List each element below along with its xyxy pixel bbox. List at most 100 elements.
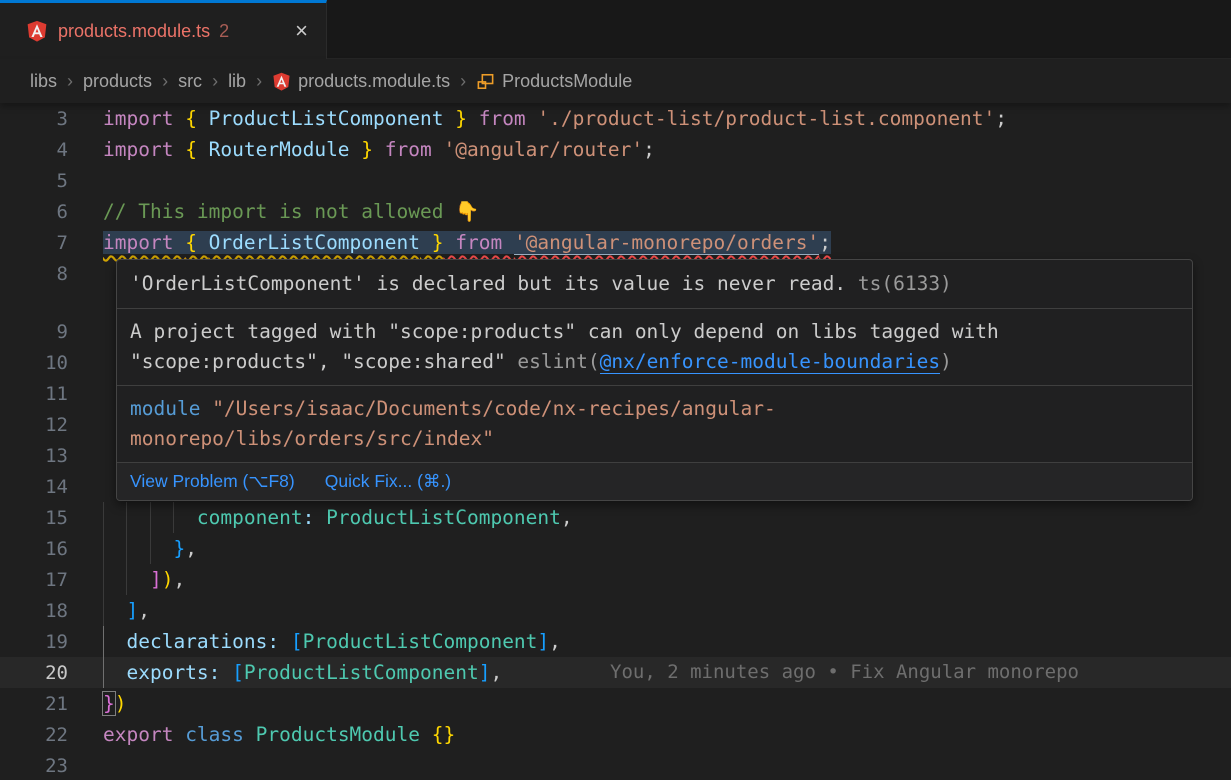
code-line-21[interactable]: 21}) <box>0 688 1231 719</box>
breadcrumb-separator: › <box>67 71 73 92</box>
indent-guide <box>103 533 104 564</box>
breadcrumb-label: src <box>178 71 202 92</box>
line-number[interactable]: 10 <box>0 352 103 374</box>
code-line-20[interactable]: 20You, 2 minutes ago • Fix Angular monor… <box>0 657 1231 688</box>
code-token: ) <box>162 568 174 591</box>
view-problem-action[interactable]: View Problem (⌥F8) <box>130 471 295 492</box>
code-token: , <box>185 537 197 560</box>
code-line-7[interactable]: 7import { OrderListComponent } from '@an… <box>0 227 1231 258</box>
code-token: ] <box>150 568 162 591</box>
line-number[interactable]: 14 <box>0 476 103 498</box>
code-token: from <box>443 231 513 254</box>
code-token: ) <box>115 692 127 715</box>
code-token: : <box>209 661 232 684</box>
hover-text-run: eslint( <box>517 350 599 373</box>
code-line-content <box>103 750 1231 780</box>
hover-text-run: module <box>130 397 212 420</box>
error-squiggle: '@angular-monorepo/orders' <box>514 231 819 255</box>
code-token: import <box>103 107 185 130</box>
breadcrumb-item-products[interactable]: products <box>83 71 152 92</box>
line-number[interactable]: 18 <box>0 600 103 622</box>
breadcrumb-label: products.module.ts <box>298 71 450 92</box>
code-line-23[interactable]: 23 <box>0 750 1231 780</box>
tab-products-module[interactable]: products.module.ts 2 × <box>0 0 327 59</box>
line-number[interactable]: 8 <box>0 263 103 285</box>
line-number[interactable]: 21 <box>0 693 103 715</box>
line-number[interactable]: 3 <box>0 108 103 130</box>
line-number[interactable]: 20 <box>0 662 103 684</box>
eslint-rule-link[interactable]: @nx/enforce-module-boundaries <box>600 350 940 374</box>
line-number[interactable]: 19 <box>0 631 103 653</box>
hover-section-1: 'OrderListComponent' is declared but its… <box>117 260 1192 309</box>
code-token: ProductsModule <box>256 723 420 746</box>
code-line-19[interactable]: 19 declarations: [ProductListComponent], <box>0 626 1231 657</box>
line-number[interactable]: 12 <box>0 414 103 436</box>
code-token: ; <box>643 138 655 161</box>
code-token: ; <box>819 231 831 254</box>
warning-squiggle: import <box>103 231 185 254</box>
code-token: component <box>197 506 303 529</box>
hover-text-run: "/Users/isaac/Documents/code/nx-recipes/… <box>212 397 776 420</box>
tab-bar: products.module.ts 2 × <box>0 0 1231 59</box>
line-number[interactable]: 22 <box>0 724 103 746</box>
code-line-6[interactable]: 6// This import is not allowed 👇 <box>0 196 1231 227</box>
hover-section-2: A project tagged with "scope:products" c… <box>117 309 1192 386</box>
line-number[interactable]: 23 <box>0 755 103 777</box>
breadcrumb-item-lib[interactable]: lib <box>228 71 246 92</box>
code-line-content: component: ProductListComponent, <box>103 502 1231 533</box>
line-number[interactable]: 13 <box>0 445 103 467</box>
code-token: ProductListComponent <box>326 506 561 529</box>
code-token: ProductListComponent <box>244 661 479 684</box>
code-token: 👇 <box>455 200 479 223</box>
code-token: } <box>173 537 185 560</box>
line-number[interactable]: 6 <box>0 201 103 223</box>
code-token: '@angular/router' <box>444 138 644 161</box>
code-line-5[interactable]: 5 <box>0 165 1231 196</box>
code-line-3[interactable]: 3import { ProductListComponent } from '.… <box>0 103 1231 134</box>
angular-file-icon <box>26 20 48 42</box>
line-number[interactable]: 7 <box>0 232 103 254</box>
code-line-content: exports: [ProductListComponent], <box>103 657 1231 688</box>
hover-highlight-range: import { OrderListComponent } from '@ang… <box>103 231 831 254</box>
line-number[interactable]: 16 <box>0 538 103 560</box>
code-token: ; <box>995 107 1007 130</box>
line-number[interactable]: 11 <box>0 383 103 405</box>
line-number[interactable]: 4 <box>0 139 103 161</box>
hover-text-run: monorepo/libs/orders/src/index" <box>130 427 494 450</box>
indent-guide <box>126 564 127 595</box>
breadcrumb-item-src[interactable]: src <box>178 71 202 92</box>
code-token: [ <box>291 630 303 653</box>
code-token: { <box>185 231 208 254</box>
close-icon[interactable]: × <box>291 18 312 44</box>
code-line-content: }) <box>103 688 1231 719</box>
code-line-18[interactable]: 18 ], <box>0 595 1231 626</box>
code-line-content: }, <box>103 533 1231 564</box>
indent-guide <box>103 626 104 657</box>
code-token: import <box>103 138 185 161</box>
code-token: from <box>467 107 537 130</box>
code-token: exports <box>126 661 208 684</box>
code-line-16[interactable]: 16 }, <box>0 533 1231 564</box>
breadcrumb-item-libs[interactable]: libs <box>30 71 57 92</box>
line-number[interactable]: 15 <box>0 507 103 529</box>
code-line-17[interactable]: 17 ]), <box>0 564 1231 595</box>
error-squiggle: OrderListComponent <box>209 231 420 254</box>
code-token: // This import is not allowed <box>103 200 455 223</box>
code-editor[interactable]: 3import { ProductListComponent } from '.… <box>0 103 1231 780</box>
line-number[interactable]: 9 <box>0 321 103 343</box>
breadcrumb-item-productsmodule[interactable]: ProductsModule <box>476 71 632 92</box>
line-number[interactable]: 17 <box>0 569 103 591</box>
error-squiggle: } <box>420 231 443 254</box>
hover-text-line: module "/Users/isaac/Documents/code/nx-r… <box>130 394 1179 424</box>
line-number[interactable]: 5 <box>0 170 103 192</box>
code-line-22[interactable]: 22export class ProductsModule {} <box>0 719 1231 750</box>
code-line-4[interactable]: 4import { RouterModule } from '@angular/… <box>0 134 1231 165</box>
code-line-content: import { ProductListComponent } from './… <box>103 103 1231 134</box>
breadcrumb-item-products-module-ts[interactable]: products.module.ts <box>272 71 450 92</box>
code-token: './product-list/product-list.component' <box>537 107 995 130</box>
quick-fix-action[interactable]: Quick Fix... (⌘.) <box>325 471 451 492</box>
code-line-15[interactable]: 15 component: ProductListComponent, <box>0 502 1231 533</box>
code-token: , <box>138 599 150 622</box>
error-squiggle: import <box>103 231 185 254</box>
code-line-content: ]), <box>103 564 1231 595</box>
